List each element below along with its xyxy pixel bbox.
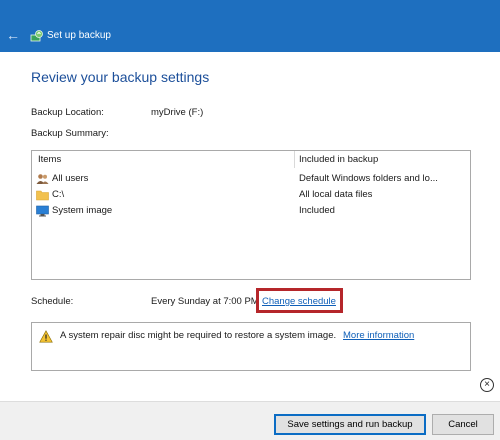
back-arrow-icon[interactable]: ← [5, 27, 21, 43]
column-divider[interactable] [294, 151, 295, 168]
table-row[interactable]: C:\ All local data files [32, 187, 470, 203]
schedule-value: Every Sunday at 7:00 PM [151, 296, 259, 307]
schedule-label: Schedule: [31, 296, 74, 307]
backup-summary-label: Backup Summary: [31, 128, 109, 139]
table-row[interactable]: System image Included [32, 203, 470, 219]
row-included: Default Windows folders and lo... [299, 173, 438, 184]
cancel-button[interactable]: Cancel [432, 414, 494, 435]
folder-icon [36, 190, 49, 201]
column-header-items[interactable]: Items [38, 151, 61, 168]
users-icon [36, 174, 49, 184]
backup-location-value: myDrive (F:) [151, 107, 204, 118]
change-schedule-link[interactable]: Change schedule [262, 296, 336, 307]
save-and-run-button[interactable]: Save settings and run backup [274, 414, 426, 435]
table-row[interactable]: All users Default Windows folders and lo… [32, 171, 470, 187]
page-heading: Review your backup settings [31, 69, 210, 85]
monitor-icon [36, 205, 49, 217]
warning-text: A system repair disc might be required t… [60, 330, 337, 341]
backup-items-table[interactable]: Items Included in backup All users Defau… [31, 150, 471, 280]
row-included: All local data files [299, 189, 373, 200]
footer-bar: Save settings and run backup Cancel [0, 401, 500, 440]
warning-icon [39, 330, 53, 343]
close-icon[interactable]: × [480, 378, 494, 392]
row-name: System image [52, 205, 113, 216]
warning-notice: A system repair disc might be required t… [31, 322, 471, 371]
backup-location-label: Backup Location: [31, 107, 104, 118]
row-included: Included [299, 205, 335, 216]
window-title: Set up backup [47, 30, 111, 41]
column-header-included[interactable]: Included in backup [299, 151, 378, 168]
title-bar: ← Set up backup [0, 0, 500, 52]
more-information-link[interactable]: More information [343, 330, 414, 341]
row-name: All users [52, 173, 89, 184]
row-name: C:\ [52, 189, 65, 200]
backup-icon [30, 30, 43, 42]
